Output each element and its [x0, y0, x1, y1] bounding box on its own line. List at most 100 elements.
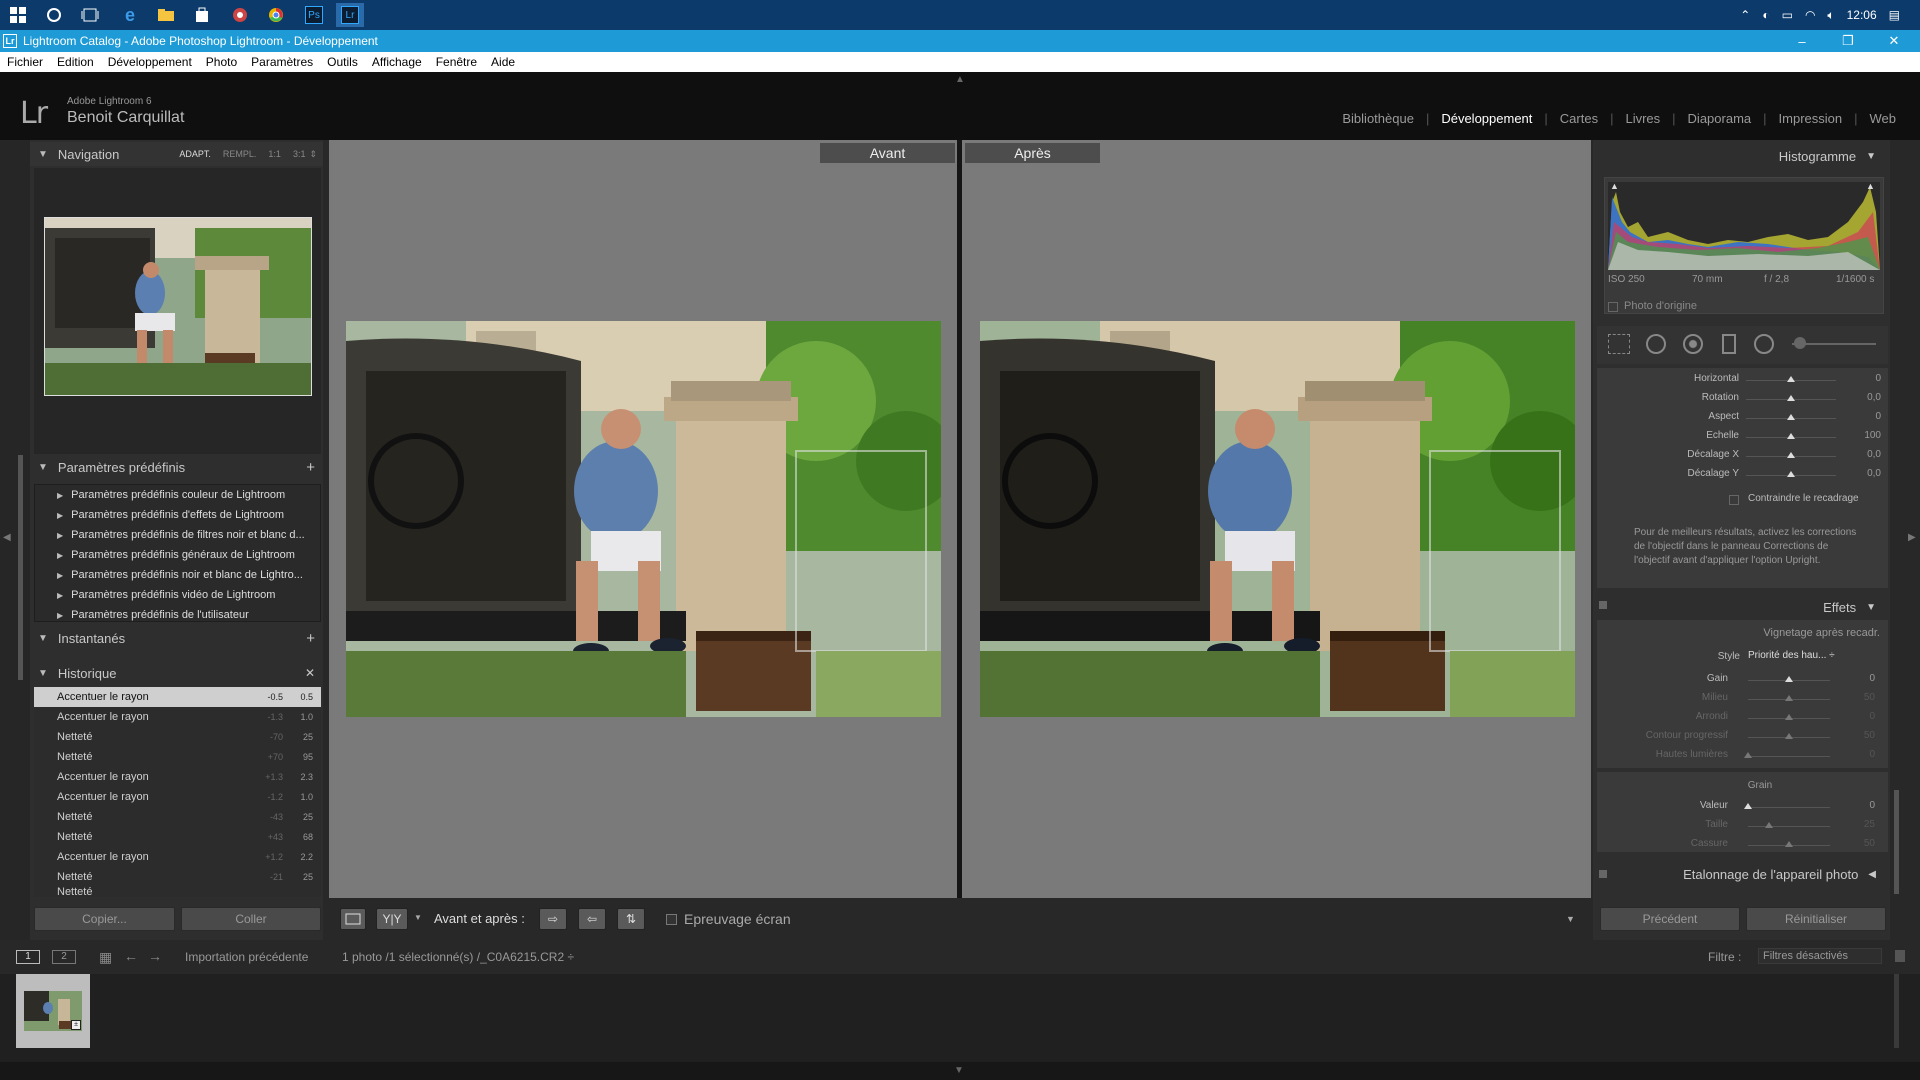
history-item[interactable]: Accentuer le rayon +1.3 2.3: [34, 767, 321, 787]
forward-arrow-icon[interactable]: →: [148, 948, 162, 964]
notification-icon[interactable]: ▤: [1889, 8, 1900, 22]
history-item[interactable]: Accentuer le rayon -0.5 0.5: [34, 687, 321, 707]
slider-value[interactable]: 0,0: [1841, 449, 1881, 460]
slider-value[interactable]: 0: [1835, 749, 1875, 760]
slider-value[interactable]: 25: [1835, 819, 1875, 830]
vignette-style-dropdown[interactable]: Priorité des hau... ÷: [1744, 648, 1854, 664]
slider-knob[interactable]: [1744, 803, 1752, 809]
shadow-clipping-icon[interactable]: ▲: [1610, 181, 1619, 191]
wifi-icon[interactable]: ◠: [1805, 8, 1815, 22]
history-item[interactable]: Accentuer le rayon -1.2 1.0: [34, 787, 321, 807]
graduated-filter-icon[interactable]: [1722, 334, 1736, 354]
app-icon[interactable]: [226, 3, 254, 27]
filter-lock-icon[interactable]: [1895, 950, 1905, 962]
slider-track[interactable]: [1748, 826, 1830, 827]
slider-value[interactable]: 0,0: [1841, 468, 1881, 479]
menu-affichage[interactable]: Affichage: [365, 55, 429, 69]
clear-history-button[interactable]: ✕: [305, 666, 315, 680]
previous-button[interactable]: Précédent: [1600, 907, 1740, 931]
module-impression[interactable]: Impression: [1767, 111, 1855, 126]
collapse-right-icon[interactable]: ▶: [1908, 532, 1916, 543]
preset-folder[interactable]: ▶ Paramètres prédéfinis couleur de Lightr…: [35, 485, 320, 505]
history-item[interactable]: Netteté: [34, 887, 321, 897]
after-photo[interactable]: [980, 321, 1575, 717]
camera-calibration-header[interactable]: Etalonnage de l'appareil photo ◀: [1597, 862, 1888, 886]
radial-filter-icon[interactable]: [1754, 334, 1774, 354]
start-icon[interactable]: [4, 3, 32, 27]
store-icon[interactable]: [188, 3, 216, 27]
preset-folder[interactable]: ▶ Paramètres prédéfinis noir et blanc de …: [35, 565, 320, 585]
zoom-fill[interactable]: REMPL.: [223, 149, 257, 159]
cortana-icon[interactable]: [40, 3, 68, 27]
history-item[interactable]: Netteté -21 25: [34, 867, 321, 887]
slider-value[interactable]: 50: [1835, 838, 1875, 849]
filmstrip-scrollbar[interactable]: [1894, 974, 1899, 1048]
calibration-toggle-switch[interactable]: [1599, 870, 1607, 878]
add-preset-button[interactable]: +: [306, 459, 315, 476]
lightroom-icon[interactable]: Lr: [336, 3, 364, 27]
adjustment-brush-icon[interactable]: [1794, 337, 1806, 349]
snapshots-header[interactable]: ▼ Instantanés +: [30, 626, 323, 650]
slider-value[interactable]: 50: [1835, 692, 1875, 703]
module-developpement[interactable]: Développement: [1429, 111, 1544, 126]
module-cartes[interactable]: Cartes: [1548, 111, 1610, 126]
clock[interactable]: 12:06: [1847, 8, 1877, 22]
slider-knob[interactable]: [1787, 376, 1795, 382]
paste-settings-button[interactable]: Coller: [181, 907, 321, 931]
back-arrow-icon[interactable]: ←: [124, 948, 138, 964]
before-after-view-button[interactable]: Y|Y: [376, 908, 408, 930]
effects-toggle-switch[interactable]: [1599, 601, 1607, 609]
copy-settings-button[interactable]: Copier...: [34, 907, 175, 931]
close-button[interactable]: ✕: [1872, 30, 1916, 52]
explorer-icon[interactable]: [152, 3, 180, 27]
zoom-1-1[interactable]: 1:1: [268, 149, 281, 159]
slider-value[interactable]: 0: [1835, 673, 1875, 684]
second-window-button[interactable]: 2: [52, 950, 76, 964]
history-item[interactable]: Netteté -43 25: [34, 807, 321, 827]
preset-folder[interactable]: ▶ Paramètres prédéfinis généraux de Light…: [35, 545, 320, 565]
red-eye-icon[interactable]: [1683, 334, 1703, 354]
module-web[interactable]: Web: [1858, 111, 1897, 126]
histogram-graph[interactable]: [1608, 182, 1880, 270]
slider-knob[interactable]: [1787, 452, 1795, 458]
presets-header[interactable]: ▼ Paramètres prédéfinis +: [30, 455, 323, 479]
menu-developpement[interactable]: Développement: [101, 55, 199, 69]
slider-value[interactable]: 0,0: [1841, 392, 1881, 403]
reset-button[interactable]: Réinitialiser: [1746, 907, 1886, 931]
soft-proof-checkbox[interactable]: [666, 914, 677, 925]
collapse-bottom-icon[interactable]: ▼: [954, 1065, 964, 1076]
crop-tool-icon[interactable]: [1608, 334, 1630, 354]
toolbar-options-icon[interactable]: ▼: [1566, 914, 1575, 924]
view-mode-dropdown-icon[interactable]: ▼: [414, 913, 422, 922]
original-photo-checkbox[interactable]: [1608, 302, 1618, 312]
add-snapshot-button[interactable]: +: [306, 630, 315, 647]
history-item[interactable]: Netteté +43 68: [34, 827, 321, 847]
module-diaporama[interactable]: Diaporama: [1676, 111, 1764, 126]
slider-knob[interactable]: [1787, 471, 1795, 477]
menu-parametres[interactable]: Paramètres: [244, 55, 320, 69]
collapse-top-icon[interactable]: ▲: [955, 74, 965, 85]
photoshop-icon[interactable]: Ps: [300, 3, 328, 27]
preset-folder[interactable]: ▶ Paramètres prédéfinis de l'utilisateur: [35, 605, 320, 625]
history-item[interactable]: Accentuer le rayon -1.3 1.0: [34, 707, 321, 727]
menu-edition[interactable]: Edition: [50, 55, 101, 69]
slider-value[interactable]: 0: [1841, 373, 1881, 384]
menu-fichier[interactable]: Fichier: [0, 55, 50, 69]
effects-header[interactable]: Effets ▼: [1597, 596, 1888, 618]
slider-value[interactable]: 0: [1835, 711, 1875, 722]
menu-photo[interactable]: Photo: [199, 55, 244, 69]
right-scrollbar[interactable]: [1894, 790, 1899, 894]
collapse-left-icon[interactable]: ◀: [3, 532, 11, 543]
slider-knob[interactable]: [1785, 733, 1793, 739]
history-item[interactable]: Netteté -70 25: [34, 727, 321, 747]
zoom-fit[interactable]: ADAPT.: [179, 149, 211, 159]
left-scrollbar[interactable]: [18, 455, 23, 680]
slider-knob[interactable]: [1785, 676, 1793, 682]
slider-knob[interactable]: [1785, 714, 1793, 720]
main-window-button[interactable]: 1: [16, 950, 40, 964]
chevron-up-icon[interactable]: ⌃: [1740, 8, 1750, 22]
copy-after-to-before-button[interactable]: ⇦: [578, 908, 606, 930]
slider-track[interactable]: [1748, 756, 1830, 757]
module-livres[interactable]: Livres: [1613, 111, 1672, 126]
chrome-icon[interactable]: [262, 3, 290, 27]
